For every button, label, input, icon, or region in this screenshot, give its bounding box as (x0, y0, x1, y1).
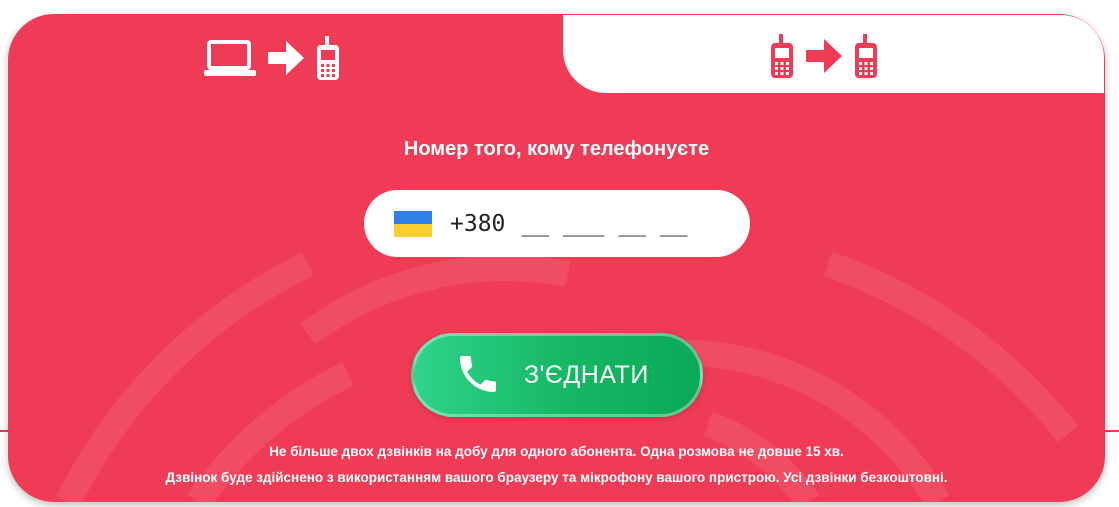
page: Номер того, кому телефонуєте +380 З'ЄДНА… (0, 0, 1119, 507)
flag-yellow-stripe (394, 223, 432, 237)
limit-note: Не більше двох дзвінків на добу для одно… (269, 444, 844, 459)
tab-phone-to-phone[interactable] (560, 14, 1105, 96)
browser-note: Дзвінок буде здійснено з використанням в… (165, 470, 948, 485)
arrow-right-icon (806, 39, 842, 73)
mobile-phone-icon (855, 34, 877, 78)
mobile-phone-icon (317, 36, 339, 80)
tab-computer-to-phone[interactable] (8, 14, 560, 98)
connect-button[interactable]: З'ЄДНАТИ (411, 333, 703, 417)
form-title: Номер того, кому телефонуєте (403, 138, 710, 160)
tab-icons (770, 34, 878, 78)
phone-number-input[interactable] (521, 210, 722, 237)
country-code-prefix: +380 (450, 210, 506, 237)
connect-button-label: З'ЄДНАТИ (524, 361, 649, 389)
mobile-phone-icon (771, 34, 793, 78)
flag-blue-stripe (394, 210, 432, 224)
tab-icons (204, 36, 340, 80)
phone-number-field[interactable]: +380 (364, 190, 750, 257)
arrow-right-icon (268, 41, 304, 75)
phone-handset-icon (460, 356, 496, 392)
laptop-icon (204, 40, 256, 76)
ukraine-flag-icon[interactable] (394, 210, 432, 237)
call-widget: Номер того, кому телефонуєте +380 З'ЄДНА… (8, 14, 1105, 502)
